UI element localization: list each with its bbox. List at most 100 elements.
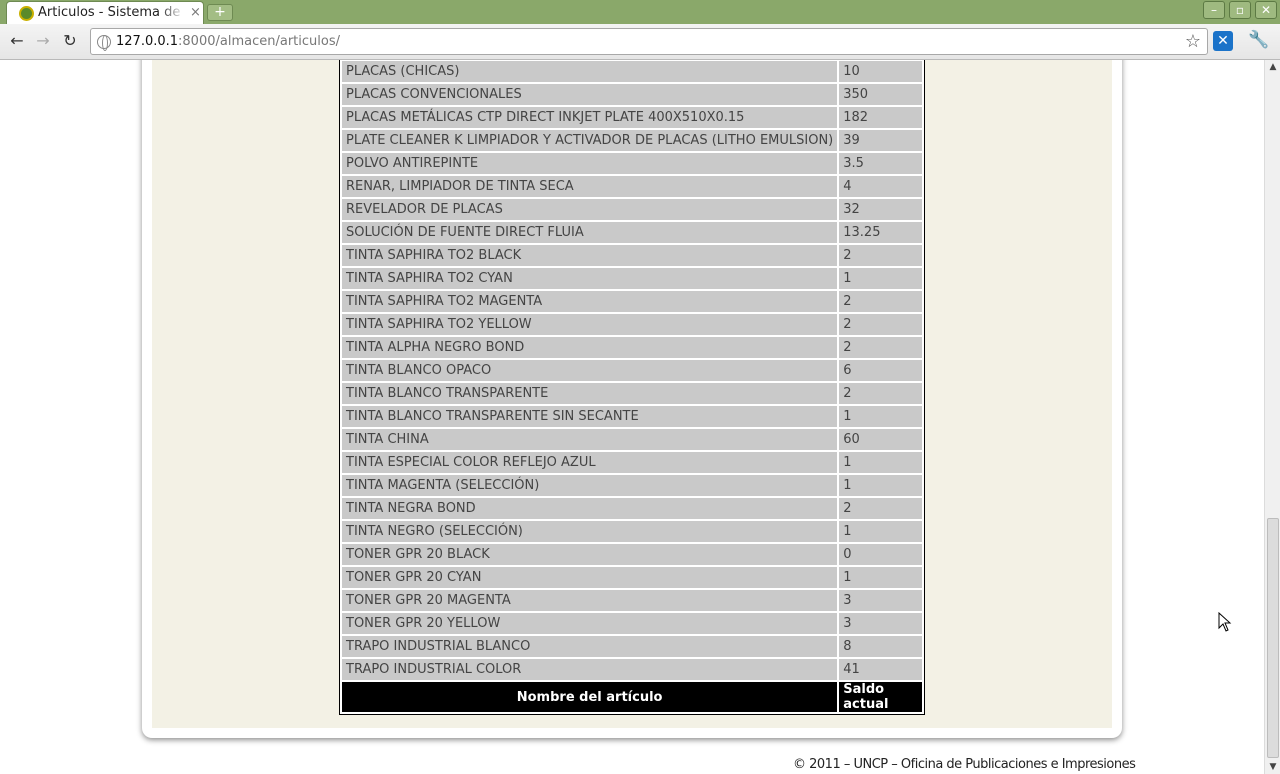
extension-icon[interactable]: ✕ <box>1213 31 1233 51</box>
table-row: TINTA SAPHIRA TO2 MAGENTA 2 <box>342 291 922 312</box>
article-qty-cell: 60 <box>839 429 922 450</box>
url-host: 127.0.0.1 <box>116 34 179 49</box>
article-name-cell: TINTA BLANCO TRANSPARENTE SIN SECANTE <box>342 406 838 427</box>
article-qty-cell: 4 <box>839 176 922 197</box>
scrollbar-thumb[interactable] <box>1267 518 1279 758</box>
article-name-cell: TONER GPR 20 MAGENTA <box>342 590 838 611</box>
articles-table: PLACAS (CHICAS) 10 PLACAS CONVENCIONALES 35… <box>339 60 925 715</box>
table-row: TINTA ESPECIAL COLOR REFLEJO AZUL 1 <box>342 452 922 473</box>
article-qty-cell: 32 <box>839 199 922 220</box>
window-minimize-button[interactable]: – <box>1203 1 1225 19</box>
table-row: TONER GPR 20 BLACK 0 <box>342 544 922 565</box>
browser-tab-active[interactable]: Articulos - Sistema de re × <box>6 1 204 24</box>
table-row: TONER GPR 20 MAGENTA 3 <box>342 590 922 611</box>
article-name-cell: RENAR, LIMPIADOR DE TINTA SECA <box>342 176 838 197</box>
table-row: PLATE CLEANER K LIMPIADOR Y ACTIVADOR DE… <box>342 130 922 151</box>
new-tab-button[interactable]: + <box>207 4 233 21</box>
article-name-cell: REVELADOR DE PLACAS <box>342 199 838 220</box>
vertical-scrollbar[interactable]: ▲ ▼ <box>1264 60 1280 774</box>
article-qty-cell: 39 <box>839 130 922 151</box>
scroll-down-arrow-icon[interactable]: ▼ <box>1265 760 1280 774</box>
article-qty-cell: 1 <box>839 268 922 289</box>
article-name-cell: TINTA SAPHIRA TO2 BLACK <box>342 245 838 266</box>
article-name-cell: TINTA ESPECIAL COLOR REFLEJO AZUL <box>342 452 838 473</box>
column-header-qty: Saldo actual <box>839 682 922 712</box>
table-row: RENAR, LIMPIADOR DE TINTA SECA 4 <box>342 176 922 197</box>
article-qty-cell: 41 <box>839 659 922 680</box>
bookmark-star-icon[interactable]: ☆ <box>1185 31 1201 52</box>
mouse-cursor-icon <box>1218 612 1232 632</box>
article-qty-cell: 3 <box>839 590 922 611</box>
article-qty-cell: 1 <box>839 452 922 473</box>
article-name-cell: PLATE CLEANER K LIMPIADOR Y ACTIVADOR DE… <box>342 130 838 151</box>
article-qty-cell: 1 <box>839 567 922 588</box>
article-qty-cell: 10 <box>839 61 922 82</box>
globe-icon <box>97 35 111 51</box>
article-name-cell: TINTA BLANCO TRANSPARENTE <box>342 383 838 404</box>
url-text[interactable]: 127.0.0.1:8000/almacen/articulos/ <box>116 34 340 49</box>
table-footer-row: Nombre del artículo Saldo actual <box>342 682 922 712</box>
browser-toolbar: ← → ↻ 127.0.0.1:8000/almacen/articulos/ … <box>0 24 1280 60</box>
back-button[interactable]: ← <box>6 31 28 51</box>
column-header-name: Nombre del artículo <box>342 682 838 712</box>
article-qty-cell: 6 <box>839 360 922 381</box>
table-row: PLACAS METÁLICAS CTP DIRECT INKJET PLATE… <box>342 107 922 128</box>
article-qty-cell: 3 <box>839 613 922 634</box>
article-qty-cell: 1 <box>839 475 922 496</box>
table-row: TINTA CHINA 60 <box>342 429 922 450</box>
table-row: TINTA SAPHIRA TO2 YELLOW 2 <box>342 314 922 335</box>
article-name-cell: TONER GPR 20 CYAN <box>342 567 838 588</box>
table-row: TRAPO INDUSTRIAL BLANCO 8 <box>342 636 922 657</box>
window-titlebar: Articulos - Sistema de re × + – ▫ ✕ <box>0 0 1280 24</box>
table-row: TINTA NEGRA BOND 2 <box>342 498 922 519</box>
table-row: TINTA MAGENTA (SELECCIÓN) 1 <box>342 475 922 496</box>
site-favicon-icon <box>19 6 34 21</box>
wrench-menu-icon[interactable]: 🔧 <box>1248 30 1269 50</box>
article-name-cell: TINTA NEGRA BOND <box>342 498 838 519</box>
table-row: SOLUCIÓN DE FUENTE DIRECT FLUIA 13.25 <box>342 222 922 243</box>
table-row: TINTA SAPHIRA TO2 CYAN 1 <box>342 268 922 289</box>
window-restore-button[interactable]: ▫ <box>1229 1 1251 19</box>
article-name-cell: TINTA MAGENTA (SELECCIÓN) <box>342 475 838 496</box>
reload-button[interactable]: ↻ <box>59 31 81 51</box>
table-row: PLACAS CONVENCIONALES 350 <box>342 84 922 105</box>
copyright-footer: © 2011 – UNCP – Oficina de Publicaciones… <box>793 757 1136 772</box>
article-qty-cell: 2 <box>839 291 922 312</box>
article-qty-cell: 182 <box>839 107 922 128</box>
window-close-button[interactable]: ✕ <box>1255 1 1277 19</box>
article-qty-cell: 350 <box>839 84 922 105</box>
forward-button[interactable]: → <box>32 31 54 51</box>
table-row: TINTA BLANCO OPACO 6 <box>342 360 922 381</box>
article-qty-cell: 3.5 <box>839 153 922 174</box>
scroll-up-arrow-icon[interactable]: ▲ <box>1265 60 1280 74</box>
article-name-cell: TINTA SAPHIRA TO2 YELLOW <box>342 314 838 335</box>
article-qty-cell: 2 <box>839 245 922 266</box>
address-bar[interactable]: 127.0.0.1:8000/almacen/articulos/ ☆ <box>90 28 1208 55</box>
page-viewport: PLACAS (CHICAS) 10 PLACAS CONVENCIONALES 35… <box>0 60 1264 774</box>
url-path: :8000/almacen/articulos/ <box>178 34 340 49</box>
table-row: TONER GPR 20 CYAN 1 <box>342 567 922 588</box>
article-name-cell: TRAPO INDUSTRIAL COLOR <box>342 659 838 680</box>
article-name-cell: PLACAS METÁLICAS CTP DIRECT INKJET PLATE… <box>342 107 838 128</box>
article-name-cell: TINTA BLANCO OPACO <box>342 360 838 381</box>
article-qty-cell: 2 <box>839 498 922 519</box>
article-name-cell: TINTA ALPHA NEGRO BOND <box>342 337 838 358</box>
article-name-cell: TINTA NEGRO (SELECCIÓN) <box>342 521 838 542</box>
article-name-cell: TRAPO INDUSTRIAL BLANCO <box>342 636 838 657</box>
article-name-cell: SOLUCIÓN DE FUENTE DIRECT FLUIA <box>342 222 838 243</box>
article-name-cell: POLVO ANTIREPINTE <box>342 153 838 174</box>
article-name-cell: TINTA SAPHIRA TO2 CYAN <box>342 268 838 289</box>
article-name-cell: PLACAS CONVENCIONALES <box>342 84 838 105</box>
table-row: TINTA SAPHIRA TO2 BLACK 2 <box>342 245 922 266</box>
tab-close-icon[interactable]: × <box>190 5 201 20</box>
table-row: TINTA ALPHA NEGRO BOND 2 <box>342 337 922 358</box>
article-name-cell: PLACAS (CHICAS) <box>342 61 838 82</box>
article-name-cell: TINTA SAPHIRA TO2 MAGENTA <box>342 291 838 312</box>
article-qty-cell: 1 <box>839 521 922 542</box>
article-name-cell: TONER GPR 20 YELLOW <box>342 613 838 634</box>
article-qty-cell: 2 <box>839 314 922 335</box>
table-row: REVELADOR DE PLACAS 32 <box>342 199 922 220</box>
table-row: PLACAS (CHICAS) 10 <box>342 61 922 82</box>
table-row: POLVO ANTIREPINTE 3.5 <box>342 153 922 174</box>
table-row: TINTA BLANCO TRANSPARENTE SIN SECANTE 1 <box>342 406 922 427</box>
